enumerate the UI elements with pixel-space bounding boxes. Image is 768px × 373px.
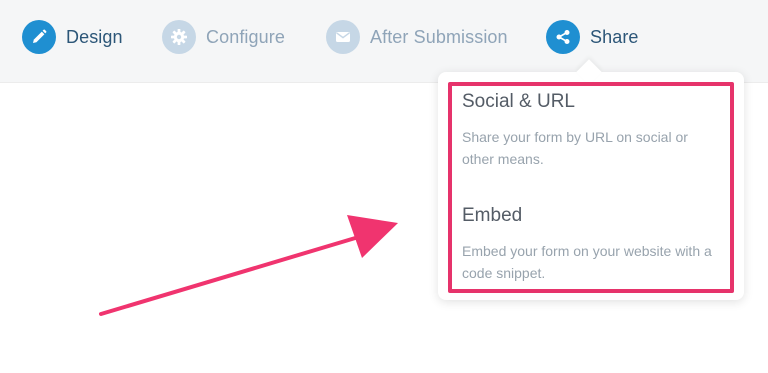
annotation-arrow-icon [99, 215, 398, 316]
page: Design Configure After Submission Share … [0, 0, 768, 373]
